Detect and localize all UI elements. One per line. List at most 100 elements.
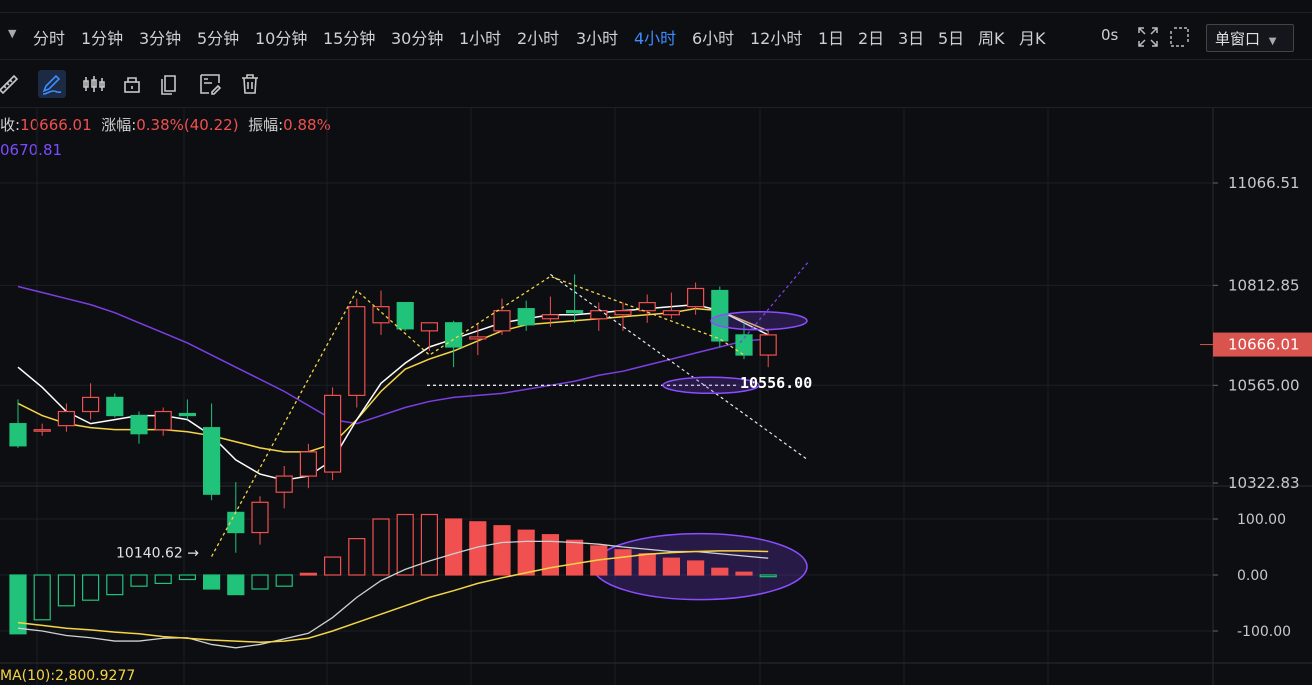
timeframe-tab[interactable]: 1小时 xyxy=(459,25,501,49)
candle-body xyxy=(541,314,560,320)
macd-bar xyxy=(420,513,438,576)
window-mode-label: 单窗口 xyxy=(1215,30,1261,48)
chevron-down-icon: ▼ xyxy=(1268,36,1277,47)
timeframe-tab[interactable]: 5日 xyxy=(938,25,964,49)
macd-bar xyxy=(662,557,681,576)
candle-body xyxy=(372,306,390,324)
trendline-zigzag xyxy=(211,275,745,557)
trendline-white xyxy=(550,273,809,461)
playback-speed[interactable]: 0s xyxy=(1101,26,1118,44)
timeframe-tab[interactable]: 3小时 xyxy=(576,25,618,49)
current-price-label: 10666.01 xyxy=(1228,336,1300,354)
timeframe-bar: ▼ 分时 1分钟 3分钟 5分钟 10分钟 15分钟 30分钟 1小时 2小时 3小时 4小时 6小时… xyxy=(0,12,1312,60)
timeframe-tab[interactable]: 分时 xyxy=(33,25,65,49)
candle-body xyxy=(565,310,584,314)
candle-body xyxy=(638,302,656,312)
window-mode-select[interactable]: 单窗口 ▼ xyxy=(1206,24,1294,52)
candle-body xyxy=(275,475,293,493)
macd-ma-label: MA(10):2,800.9277 xyxy=(0,668,136,684)
trash-icon[interactable] xyxy=(236,70,264,98)
macd-bar xyxy=(251,574,269,590)
candle-body xyxy=(614,310,632,316)
timeframe-tab[interactable]: 2日 xyxy=(858,25,884,49)
timeframe-tab[interactable]: 10分钟 xyxy=(255,25,307,49)
macd-bar xyxy=(372,518,390,576)
candle-body xyxy=(251,501,269,534)
price-tick-label: 10565.00 xyxy=(1228,376,1300,394)
macd-bar xyxy=(565,539,584,576)
timeframe-tab[interactable]: 3日 xyxy=(898,25,924,49)
candle-body xyxy=(106,396,124,417)
candle-body xyxy=(154,410,172,431)
macd-bar xyxy=(227,574,245,596)
timeframe-tab[interactable]: 12小时 xyxy=(750,25,802,49)
macd-bar xyxy=(275,574,293,587)
drawing-toolbar xyxy=(0,60,1312,108)
macd-bar xyxy=(154,574,172,584)
macd-bar xyxy=(348,538,366,576)
macd-bar xyxy=(33,574,51,621)
candle-body xyxy=(203,427,221,495)
timeframe-tab[interactable]: 6小时 xyxy=(692,25,734,49)
edit-template-icon[interactable] xyxy=(196,70,224,98)
candle-body xyxy=(420,322,438,332)
low-price-annotation: 10140.62 → xyxy=(116,546,199,562)
macd-tick-label: 100.00 xyxy=(1237,512,1286,528)
macd-bar xyxy=(711,567,729,576)
lock-icon[interactable] xyxy=(118,70,146,98)
macd-bar xyxy=(299,572,317,576)
timeframe-tab[interactable]: 3分钟 xyxy=(139,25,181,49)
candle-body xyxy=(469,336,487,340)
copy-icon[interactable] xyxy=(156,70,184,98)
price-annotation: 10556.00 xyxy=(740,374,812,392)
macd-bar xyxy=(57,574,76,607)
candle-body xyxy=(348,306,366,396)
timeframe-tab[interactable]: 2小时 xyxy=(517,25,559,49)
timeframe-tab[interactable]: 1分钟 xyxy=(81,25,123,49)
timeframe-tab[interactable]: 1日 xyxy=(818,25,844,49)
ruler-icon[interactable] xyxy=(0,70,22,98)
candle-body xyxy=(324,394,342,473)
price-tick-label: 11066.51 xyxy=(1228,174,1300,192)
macd-tick-label: -100.00 xyxy=(1237,624,1291,640)
macd-bar xyxy=(638,553,656,576)
candlestick-icon[interactable] xyxy=(80,70,108,98)
ma-line-white xyxy=(17,303,769,481)
chevron-down-icon[interactable]: ▼ xyxy=(8,27,16,40)
macd-bar xyxy=(9,574,27,635)
macd-bar xyxy=(493,525,511,576)
candle-body xyxy=(299,451,317,477)
candle-body xyxy=(57,410,76,427)
candle-body xyxy=(9,423,27,447)
macd-bar xyxy=(686,560,705,576)
timeframe-tab[interactable]: 15分钟 xyxy=(323,25,375,49)
macd-bar xyxy=(81,574,100,601)
macd-bar xyxy=(178,574,196,581)
candle-body xyxy=(81,396,100,413)
candle-body xyxy=(759,334,777,356)
price-tick-label: 10812.85 xyxy=(1228,276,1300,294)
pen-draw-icon[interactable] xyxy=(38,70,66,98)
candle-body xyxy=(590,310,608,320)
macd-bar xyxy=(759,574,777,578)
timeframe-tab[interactable]: 30分钟 xyxy=(391,25,443,49)
macd-bar xyxy=(203,574,221,590)
timeframe-tab[interactable]: 5分钟 xyxy=(197,25,239,49)
macd-bar xyxy=(445,518,463,576)
candle-body xyxy=(396,302,414,330)
macd-bar xyxy=(106,574,124,596)
highlight-ellipse xyxy=(710,311,808,331)
timeframe-tab[interactable]: 周K xyxy=(978,25,1005,49)
timeframe-tab[interactable]: 4小时 xyxy=(634,25,676,49)
candle-body xyxy=(178,412,196,417)
timeframe-tab[interactable]: 月K xyxy=(1019,25,1046,49)
fullscreen-icon[interactable] xyxy=(1136,25,1160,49)
candlestick-chart[interactable]: 11066.51 10812.85 10565.00 10322.83 10666.01… xyxy=(0,108,1312,685)
candle-body xyxy=(517,308,535,326)
macd-tick-label: 0.00 xyxy=(1237,568,1268,584)
candle-body xyxy=(662,310,681,316)
candle-body xyxy=(686,287,705,308)
candle-body xyxy=(130,414,148,435)
macd-bar xyxy=(396,513,414,576)
screenshot-icon[interactable] xyxy=(1168,25,1192,49)
